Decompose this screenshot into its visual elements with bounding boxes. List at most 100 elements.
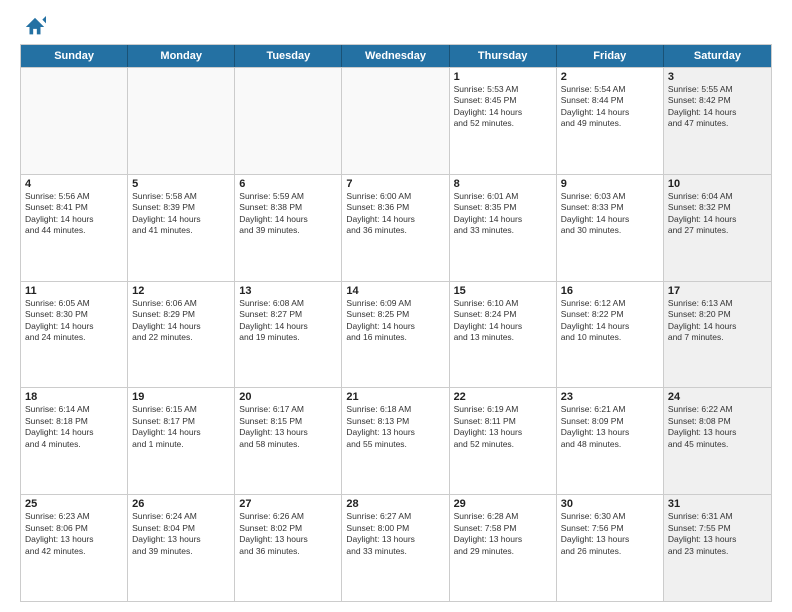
header-day-saturday: Saturday — [664, 45, 771, 67]
day-cell-27: 27Sunrise: 6:26 AM Sunset: 8:02 PM Dayli… — [235, 495, 342, 601]
day-cell-7: 7Sunrise: 6:00 AM Sunset: 8:36 PM Daylig… — [342, 175, 449, 281]
header-day-tuesday: Tuesday — [235, 45, 342, 67]
day-info: Sunrise: 6:17 AM Sunset: 8:15 PM Dayligh… — [239, 404, 337, 450]
day-info: Sunrise: 5:55 AM Sunset: 8:42 PM Dayligh… — [668, 84, 767, 130]
day-cell-21: 21Sunrise: 6:18 AM Sunset: 8:13 PM Dayli… — [342, 388, 449, 494]
day-info: Sunrise: 6:13 AM Sunset: 8:20 PM Dayligh… — [668, 298, 767, 344]
day-number: 23 — [561, 391, 659, 403]
day-number: 26 — [132, 498, 230, 510]
day-number: 19 — [132, 391, 230, 403]
day-info: Sunrise: 5:56 AM Sunset: 8:41 PM Dayligh… — [25, 191, 123, 237]
day-number: 25 — [25, 498, 123, 510]
day-cell-30: 30Sunrise: 6:30 AM Sunset: 7:56 PM Dayli… — [557, 495, 664, 601]
header — [20, 16, 772, 38]
calendar-row-3: 18Sunrise: 6:14 AM Sunset: 8:18 PM Dayli… — [21, 387, 771, 494]
day-number: 7 — [346, 178, 444, 190]
header-day-monday: Monday — [128, 45, 235, 67]
calendar-row-4: 25Sunrise: 6:23 AM Sunset: 8:06 PM Dayli… — [21, 494, 771, 601]
day-info: Sunrise: 5:58 AM Sunset: 8:39 PM Dayligh… — [132, 191, 230, 237]
day-info: Sunrise: 6:00 AM Sunset: 8:36 PM Dayligh… — [346, 191, 444, 237]
empty-cell-0-0 — [21, 68, 128, 174]
day-info: Sunrise: 6:03 AM Sunset: 8:33 PM Dayligh… — [561, 191, 659, 237]
day-number: 6 — [239, 178, 337, 190]
day-number: 17 — [668, 285, 767, 297]
day-number: 3 — [668, 71, 767, 83]
day-number: 1 — [454, 71, 552, 83]
day-info: Sunrise: 6:01 AM Sunset: 8:35 PM Dayligh… — [454, 191, 552, 237]
day-number: 15 — [454, 285, 552, 297]
day-info: Sunrise: 6:24 AM Sunset: 8:04 PM Dayligh… — [132, 511, 230, 557]
day-info: Sunrise: 6:10 AM Sunset: 8:24 PM Dayligh… — [454, 298, 552, 344]
day-cell-28: 28Sunrise: 6:27 AM Sunset: 8:00 PM Dayli… — [342, 495, 449, 601]
day-cell-24: 24Sunrise: 6:22 AM Sunset: 8:08 PM Dayli… — [664, 388, 771, 494]
day-number: 16 — [561, 285, 659, 297]
day-cell-22: 22Sunrise: 6:19 AM Sunset: 8:11 PM Dayli… — [450, 388, 557, 494]
day-number: 13 — [239, 285, 337, 297]
calendar-row-1: 4Sunrise: 5:56 AM Sunset: 8:41 PM Daylig… — [21, 174, 771, 281]
day-cell-3: 3Sunrise: 5:55 AM Sunset: 8:42 PM Daylig… — [664, 68, 771, 174]
day-cell-6: 6Sunrise: 5:59 AM Sunset: 8:38 PM Daylig… — [235, 175, 342, 281]
day-number: 2 — [561, 71, 659, 83]
day-number: 10 — [668, 178, 767, 190]
header-day-sunday: Sunday — [21, 45, 128, 67]
day-cell-18: 18Sunrise: 6:14 AM Sunset: 8:18 PM Dayli… — [21, 388, 128, 494]
day-info: Sunrise: 6:15 AM Sunset: 8:17 PM Dayligh… — [132, 404, 230, 450]
day-info: Sunrise: 6:08 AM Sunset: 8:27 PM Dayligh… — [239, 298, 337, 344]
day-number: 18 — [25, 391, 123, 403]
day-info: Sunrise: 6:06 AM Sunset: 8:29 PM Dayligh… — [132, 298, 230, 344]
day-number: 11 — [25, 285, 123, 297]
day-info: Sunrise: 6:18 AM Sunset: 8:13 PM Dayligh… — [346, 404, 444, 450]
day-cell-14: 14Sunrise: 6:09 AM Sunset: 8:25 PM Dayli… — [342, 282, 449, 388]
day-cell-11: 11Sunrise: 6:05 AM Sunset: 8:30 PM Dayli… — [21, 282, 128, 388]
header-day-thursday: Thursday — [450, 45, 557, 67]
logo-icon — [24, 16, 46, 38]
day-number: 12 — [132, 285, 230, 297]
day-number: 22 — [454, 391, 552, 403]
calendar-row-0: 1Sunrise: 5:53 AM Sunset: 8:45 PM Daylig… — [21, 67, 771, 174]
day-cell-4: 4Sunrise: 5:56 AM Sunset: 8:41 PM Daylig… — [21, 175, 128, 281]
day-number: 31 — [668, 498, 767, 510]
day-cell-23: 23Sunrise: 6:21 AM Sunset: 8:09 PM Dayli… — [557, 388, 664, 494]
logo — [20, 16, 48, 38]
day-number: 14 — [346, 285, 444, 297]
day-info: Sunrise: 6:23 AM Sunset: 8:06 PM Dayligh… — [25, 511, 123, 557]
day-cell-29: 29Sunrise: 6:28 AM Sunset: 7:58 PM Dayli… — [450, 495, 557, 601]
header-day-friday: Friday — [557, 45, 664, 67]
day-number: 29 — [454, 498, 552, 510]
calendar: SundayMondayTuesdayWednesdayThursdayFrid… — [20, 44, 772, 602]
day-cell-12: 12Sunrise: 6:06 AM Sunset: 8:29 PM Dayli… — [128, 282, 235, 388]
day-cell-5: 5Sunrise: 5:58 AM Sunset: 8:39 PM Daylig… — [128, 175, 235, 281]
day-info: Sunrise: 6:04 AM Sunset: 8:32 PM Dayligh… — [668, 191, 767, 237]
day-info: Sunrise: 5:54 AM Sunset: 8:44 PM Dayligh… — [561, 84, 659, 130]
day-cell-2: 2Sunrise: 5:54 AM Sunset: 8:44 PM Daylig… — [557, 68, 664, 174]
empty-cell-0-1 — [128, 68, 235, 174]
day-info: Sunrise: 5:53 AM Sunset: 8:45 PM Dayligh… — [454, 84, 552, 130]
day-number: 30 — [561, 498, 659, 510]
day-cell-19: 19Sunrise: 6:15 AM Sunset: 8:17 PM Dayli… — [128, 388, 235, 494]
day-number: 27 — [239, 498, 337, 510]
day-number: 28 — [346, 498, 444, 510]
day-info: Sunrise: 6:21 AM Sunset: 8:09 PM Dayligh… — [561, 404, 659, 450]
day-cell-1: 1Sunrise: 5:53 AM Sunset: 8:45 PM Daylig… — [450, 68, 557, 174]
day-number: 5 — [132, 178, 230, 190]
day-number: 4 — [25, 178, 123, 190]
day-info: Sunrise: 5:59 AM Sunset: 8:38 PM Dayligh… — [239, 191, 337, 237]
day-cell-9: 9Sunrise: 6:03 AM Sunset: 8:33 PM Daylig… — [557, 175, 664, 281]
day-info: Sunrise: 6:14 AM Sunset: 8:18 PM Dayligh… — [25, 404, 123, 450]
day-cell-17: 17Sunrise: 6:13 AM Sunset: 8:20 PM Dayli… — [664, 282, 771, 388]
day-cell-25: 25Sunrise: 6:23 AM Sunset: 8:06 PM Dayli… — [21, 495, 128, 601]
day-info: Sunrise: 6:31 AM Sunset: 7:55 PM Dayligh… — [668, 511, 767, 557]
empty-cell-0-3 — [342, 68, 449, 174]
day-info: Sunrise: 6:22 AM Sunset: 8:08 PM Dayligh… — [668, 404, 767, 450]
day-number: 8 — [454, 178, 552, 190]
day-info: Sunrise: 6:28 AM Sunset: 7:58 PM Dayligh… — [454, 511, 552, 557]
calendar-header: SundayMondayTuesdayWednesdayThursdayFrid… — [21, 45, 771, 67]
day-info: Sunrise: 6:26 AM Sunset: 8:02 PM Dayligh… — [239, 511, 337, 557]
day-number: 24 — [668, 391, 767, 403]
day-cell-8: 8Sunrise: 6:01 AM Sunset: 8:35 PM Daylig… — [450, 175, 557, 281]
day-cell-13: 13Sunrise: 6:08 AM Sunset: 8:27 PM Dayli… — [235, 282, 342, 388]
day-cell-16: 16Sunrise: 6:12 AM Sunset: 8:22 PM Dayli… — [557, 282, 664, 388]
day-cell-31: 31Sunrise: 6:31 AM Sunset: 7:55 PM Dayli… — [664, 495, 771, 601]
day-number: 9 — [561, 178, 659, 190]
day-info: Sunrise: 6:12 AM Sunset: 8:22 PM Dayligh… — [561, 298, 659, 344]
